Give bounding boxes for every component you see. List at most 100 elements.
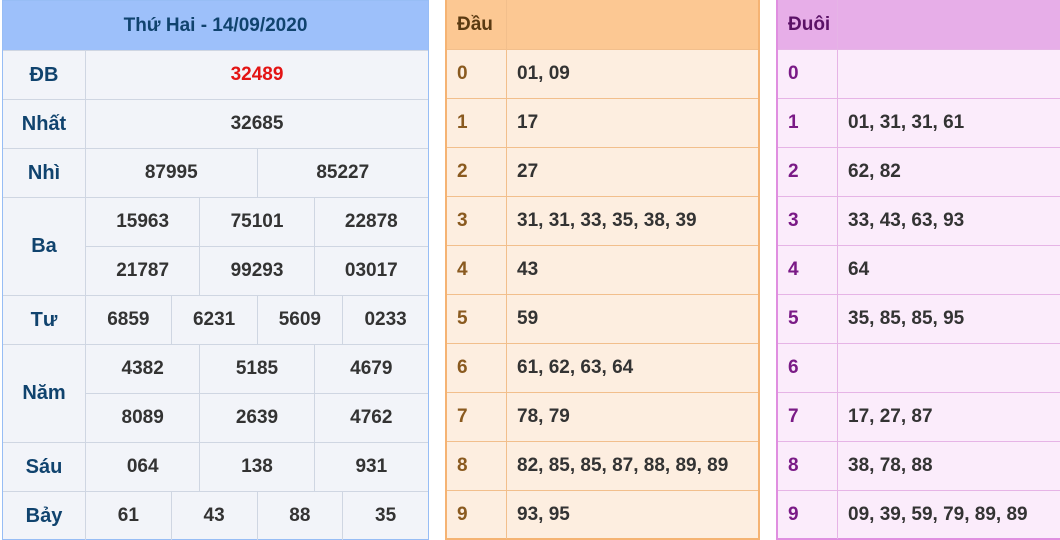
dau-digit: 4 (447, 246, 507, 294)
dau-header-row: Đầu (447, 0, 758, 49)
duoi-digit: 6 (778, 344, 838, 392)
prize-number: 32685 (230, 113, 284, 134)
prize-subrow: 32489 (86, 51, 428, 99)
duoi-digit: 1 (778, 99, 838, 147)
prize-label: ĐB (3, 51, 86, 99)
duoi-header-row: Đuôi (778, 0, 1060, 49)
duoi-row: 8 38, 78, 88 (778, 441, 1060, 490)
dau-numbers: 82, 85, 85, 87, 88, 89, 89 (517, 455, 729, 476)
duoi-numbers: 01, 31, 31, 61 (848, 112, 965, 133)
dau-row: 2 27 (447, 147, 758, 196)
dau-digit: 1 (447, 99, 507, 147)
prize-number: 43 (170, 492, 257, 540)
dau-row: 9 93, 95 (447, 490, 758, 539)
dau-digit: 9 (447, 491, 507, 539)
dau-header-blank (507, 0, 758, 49)
prize-number: 61 (117, 505, 139, 526)
duoi-digit: 5 (778, 295, 838, 343)
results-body: ĐB 32489 Nhất 32685 Nhì 87995 85227 Ba 15963 7510… (3, 50, 428, 540)
results-title: Thứ Hai - 14/09/2020 (3, 1, 428, 50)
duoi-numbers: 35, 85, 85, 95 (848, 308, 965, 329)
prize-number: 2639 (199, 394, 313, 442)
duoi-digit: 0 (778, 50, 838, 98)
duoi-numbers (838, 50, 1060, 98)
prize-number: 138 (199, 443, 313, 491)
duoi-numbers: 38, 78, 88 (848, 455, 933, 476)
dau-numbers: 43 (517, 259, 539, 280)
dau-row: 8 82, 85, 85, 87, 88, 89, 89 (447, 441, 758, 490)
prize-values: 32489 (86, 51, 428, 99)
prize-subrow: 21787 99293 03017 (86, 246, 428, 295)
prize-values: 61 43 88 35 (86, 492, 428, 540)
prize-row: Tư 6859 6231 5609 0233 (3, 295, 428, 344)
prize-number: 0233 (342, 296, 428, 344)
dau-table: Đầu 0 01, 09 1 17 2 27 3 31, 31, 33, 35, 38, 39… (445, 0, 760, 540)
prize-label: Sáu (3, 443, 86, 491)
prize-subrow: 61 43 88 35 (86, 492, 428, 540)
prize-number: 35 (342, 492, 428, 540)
duoi-row: 3 33, 43, 63, 93 (778, 196, 1060, 245)
prize-number: 22878 (313, 198, 428, 246)
duoi-digit: 8 (778, 442, 838, 490)
duoi-digit: 4 (778, 246, 838, 294)
prize-row: ĐB 32489 (3, 50, 428, 99)
dau-numbers: 01, 09 (517, 63, 570, 84)
duoi-digit: 9 (778, 491, 838, 539)
duoi-row: 2 62, 82 (778, 147, 1060, 196)
prize-label: Năm (3, 345, 86, 442)
dau-row: 0 01, 09 (447, 49, 758, 98)
duoi-header-blank (838, 0, 1060, 49)
dau-header-label: Đầu (447, 0, 507, 49)
prize-label: Bảy (3, 492, 86, 540)
prize-label: Tư (3, 296, 86, 344)
prize-number: 4762 (313, 394, 428, 442)
duoi-row: 1 01, 31, 31, 61 (778, 98, 1060, 147)
duoi-row: 5 35, 85, 85, 95 (778, 294, 1060, 343)
prize-number: 03017 (313, 247, 428, 295)
duoi-digit: 7 (778, 393, 838, 441)
dau-row: 5 59 (447, 294, 758, 343)
prize-subrow: 8089 2639 4762 (86, 393, 428, 442)
prize-row: Năm 4382 5185 4679 8089 2639 4762 (3, 344, 428, 442)
prize-values: 15963 75101 22878 21787 99293 03017 (86, 198, 428, 295)
dau-digit: 2 (447, 148, 507, 196)
prize-label: Nhất (3, 100, 86, 148)
prize-subrow: 4382 5185 4679 (86, 345, 428, 393)
dau-numbers: 31, 31, 33, 35, 38, 39 (517, 210, 697, 231)
prize-values: 87995 85227 (86, 149, 428, 197)
prize-number: 87995 (144, 162, 198, 183)
prize-subrow: 15963 75101 22878 (86, 198, 428, 246)
prize-number: 4382 (121, 358, 164, 379)
dau-numbers: 93, 95 (517, 504, 570, 525)
dau-row: 7 78, 79 (447, 392, 758, 441)
duoi-numbers: 64 (848, 259, 870, 280)
dau-digit: 0 (447, 50, 507, 98)
duoi-digit: 3 (778, 197, 838, 245)
prize-number: 6859 (107, 309, 150, 330)
prize-values: 064 138 931 (86, 443, 428, 491)
prize-number: 88 (256, 492, 343, 540)
duoi-row: 6 (778, 343, 1060, 392)
prize-values: 4382 5185 4679 8089 2639 4762 (86, 345, 428, 442)
duoi-digit: 2 (778, 148, 838, 196)
prize-number: 21787 (116, 260, 170, 281)
prize-row: Bảy 61 43 88 35 (3, 491, 428, 540)
duoi-row: 7 17, 27, 87 (778, 392, 1060, 441)
prize-row: Ba 15963 75101 22878 21787 99293 03017 (3, 197, 428, 295)
dau-row: 6 61, 62, 63, 64 (447, 343, 758, 392)
prize-row: Nhì 87995 85227 (3, 148, 428, 197)
dau-digit: 6 (447, 344, 507, 392)
dau-digit: 3 (447, 197, 507, 245)
prize-number: 15963 (116, 211, 170, 232)
dau-numbers: 61, 62, 63, 64 (517, 357, 634, 378)
dau-numbers: 78, 79 (517, 406, 570, 427)
dau-digit: 8 (447, 442, 507, 490)
prize-row: Nhất 32685 (3, 99, 428, 148)
duoi-row: 9 09, 39, 59, 79, 89, 89 (778, 490, 1060, 539)
prize-subrow: 064 138 931 (86, 443, 428, 491)
dau-numbers: 59 (517, 308, 539, 329)
dau-row: 1 17 (447, 98, 758, 147)
prize-number: 85227 (256, 149, 429, 197)
duoi-header-label: Đuôi (778, 0, 838, 49)
prize-number: 931 (313, 443, 428, 491)
